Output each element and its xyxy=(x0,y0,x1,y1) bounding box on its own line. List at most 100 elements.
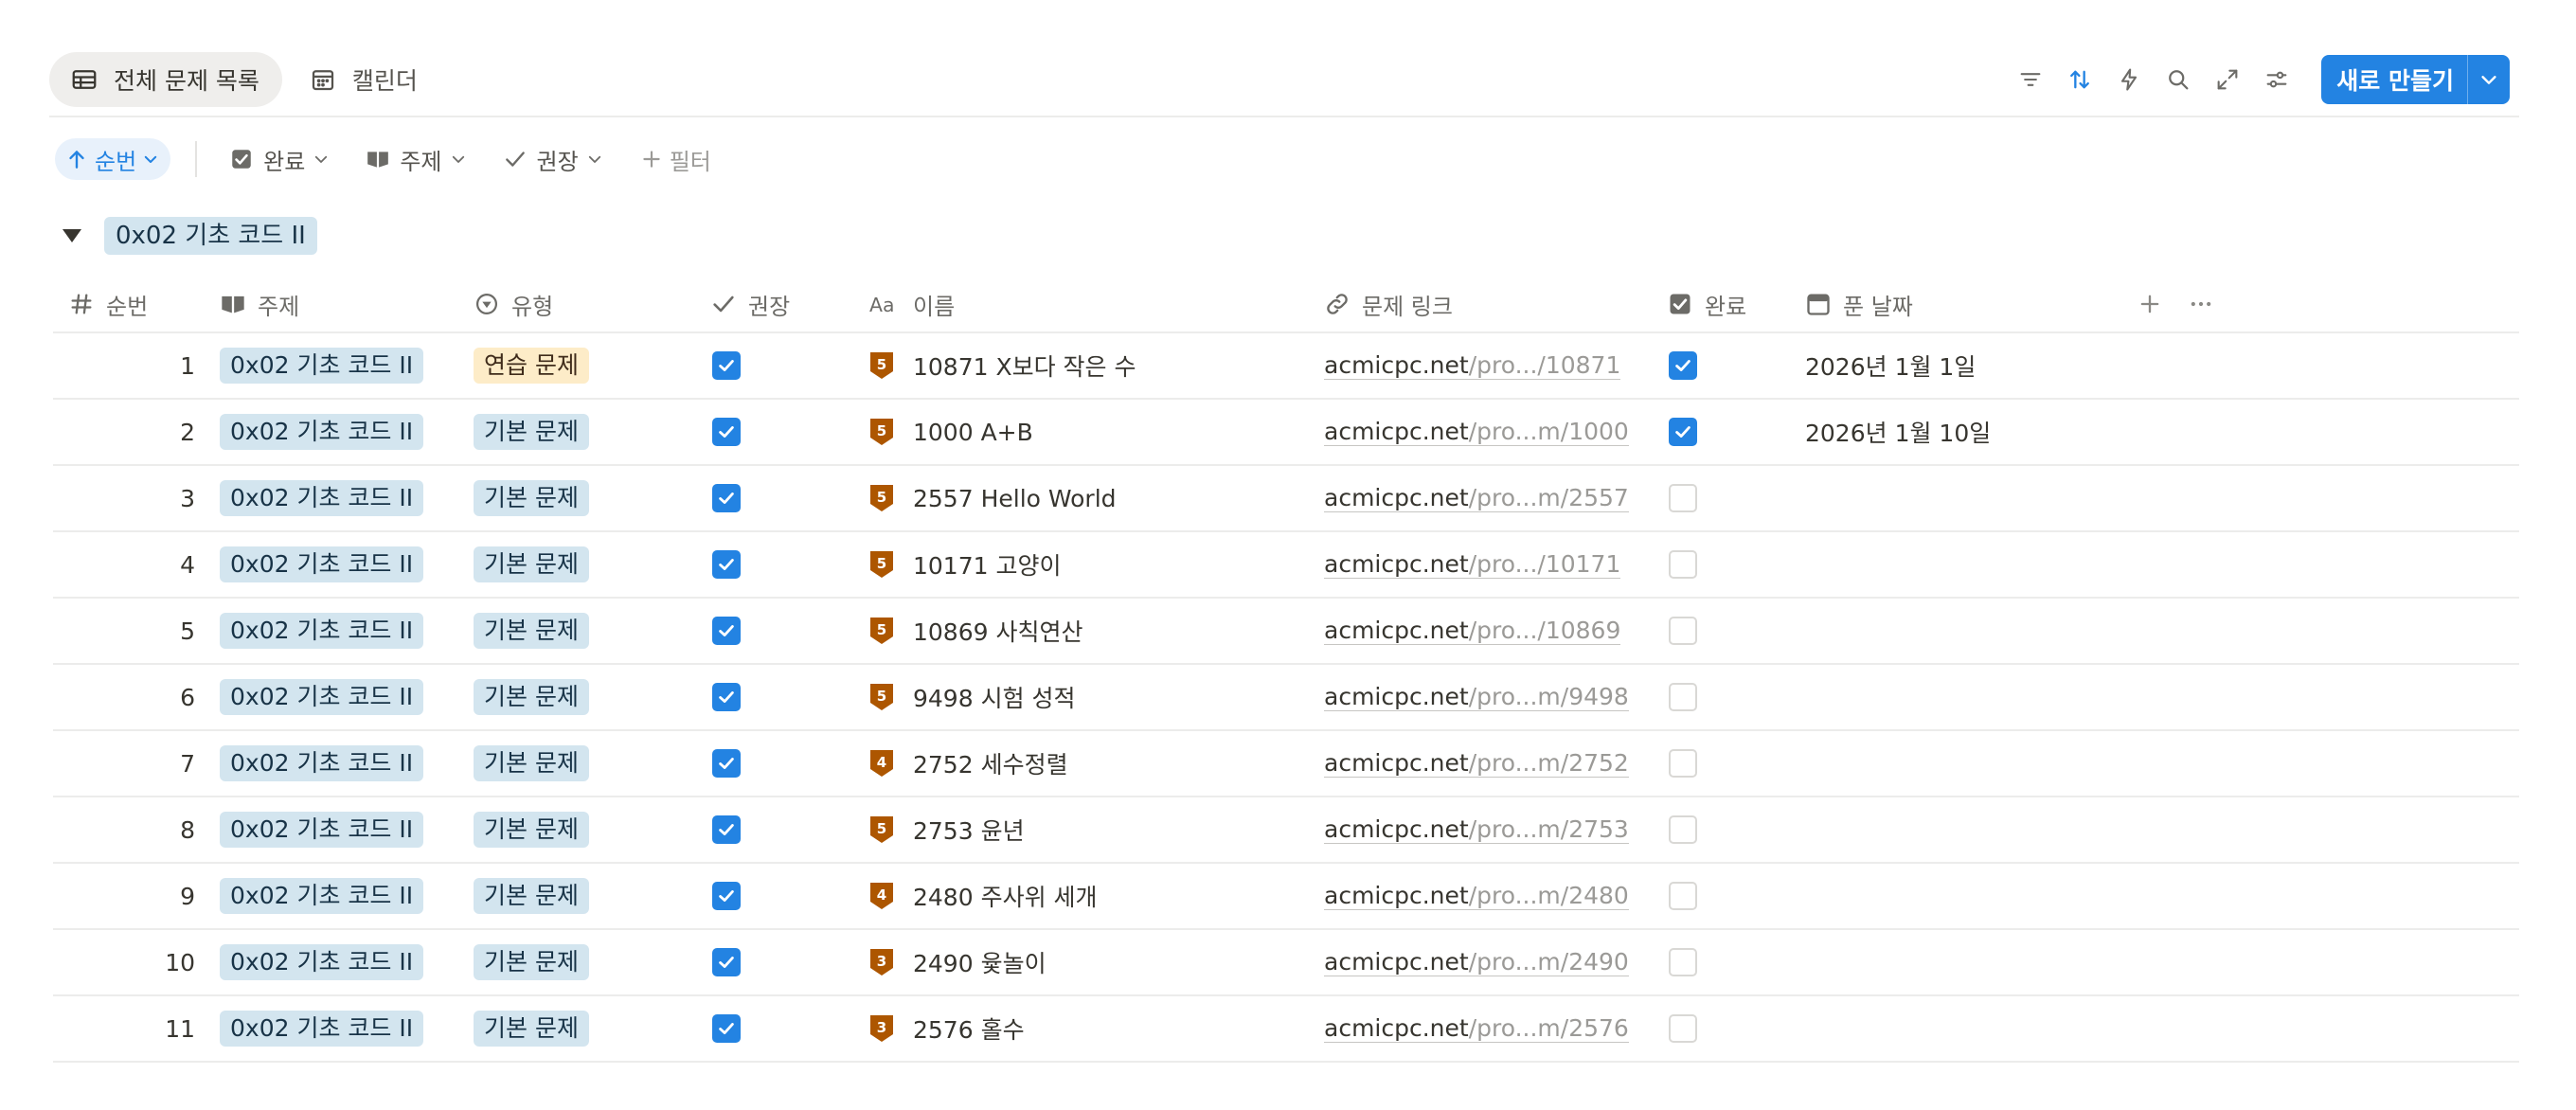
cell-link[interactable]: acmicpc.net/pro.../10171 xyxy=(1324,550,1667,579)
cell-name[interactable]: 5 10171 고양이 xyxy=(869,547,1324,582)
collapse-triangle-icon[interactable] xyxy=(63,229,81,242)
filter-chip-topic[interactable]: 주제 xyxy=(354,138,477,180)
table-row[interactable]: 2 0x02 기초 코드 II 기본 문제 5 1000 A+B acmicpc… xyxy=(53,400,2519,466)
recommended-checkbox[interactable] xyxy=(712,683,741,711)
add-column-plus-icon[interactable] xyxy=(2137,291,2163,317)
cell-type[interactable]: 기본 문제 xyxy=(474,613,710,649)
cell-topic[interactable]: 0x02 기초 코드 II xyxy=(220,348,474,384)
problem-link[interactable]: acmicpc.net/pro...m/9498 xyxy=(1324,683,1629,711)
expand-button[interactable] xyxy=(2204,56,2251,103)
new-button[interactable]: 새로 만들기 xyxy=(2321,55,2467,104)
done-checkbox[interactable] xyxy=(1669,418,1697,446)
cell-link[interactable]: acmicpc.net/pro...m/1000 xyxy=(1324,418,1667,446)
cell-type[interactable]: 기본 문제 xyxy=(474,414,710,450)
table-row[interactable]: 10 0x02 기초 코드 II 기본 문제 3 2490 윷놀이 acmicp… xyxy=(53,930,2519,996)
column-header-name[interactable]: Aa 이름 xyxy=(869,288,1324,321)
table-row[interactable]: 3 0x02 기초 코드 II 기본 문제 5 2557 Hello World… xyxy=(53,466,2519,532)
tab-all-problems[interactable]: 전체 문제 목록 xyxy=(49,52,282,107)
done-checkbox[interactable] xyxy=(1669,1014,1697,1043)
cell-name[interactable]: 5 10869 사칙연산 xyxy=(869,614,1324,648)
problem-link[interactable]: acmicpc.net/pro...m/1000 xyxy=(1324,418,1629,446)
problem-link[interactable]: acmicpc.net/pro...m/2753 xyxy=(1324,815,1629,844)
cell-name[interactable]: 5 2557 Hello World xyxy=(869,484,1324,512)
cell-name[interactable]: 5 1000 A+B xyxy=(869,418,1324,446)
table-row[interactable]: 6 0x02 기초 코드 II 기본 문제 5 9498 시험 성적 acmic… xyxy=(53,665,2519,731)
column-header-recommended[interactable]: 권장 xyxy=(710,288,869,321)
recommended-checkbox[interactable] xyxy=(712,484,741,512)
cell-name[interactable]: 5 10871 X보다 작은 수 xyxy=(869,349,1324,383)
cell-type[interactable]: 기본 문제 xyxy=(474,480,710,516)
table-row[interactable]: 9 0x02 기초 코드 II 기본 문제 4 2480 주사위 세개 acmi… xyxy=(53,864,2519,930)
cell-topic[interactable]: 0x02 기초 코드 II xyxy=(220,745,474,781)
cell-topic[interactable]: 0x02 기초 코드 II xyxy=(220,878,474,914)
problem-link[interactable]: acmicpc.net/pro.../10869 xyxy=(1324,617,1621,645)
done-checkbox[interactable] xyxy=(1669,550,1697,579)
cell-type[interactable]: 기본 문제 xyxy=(474,745,710,781)
done-checkbox[interactable] xyxy=(1669,948,1697,976)
cell-type[interactable]: 기본 문제 xyxy=(474,1011,710,1047)
cell-link[interactable]: acmicpc.net/pro.../10869 xyxy=(1324,617,1667,645)
cell-type[interactable]: 기본 문제 xyxy=(474,679,710,715)
column-header-num[interactable]: 순번 xyxy=(53,288,220,321)
cell-name[interactable]: 5 2753 윤년 xyxy=(869,813,1324,847)
cell-date[interactable]: 2026년 1월 10일 xyxy=(1805,415,2137,449)
problem-link[interactable]: acmicpc.net/pro...m/2557 xyxy=(1324,484,1629,512)
table-row[interactable]: 5 0x02 기초 코드 II 기본 문제 5 10869 사칙연산 acmic… xyxy=(53,599,2519,665)
cell-name[interactable]: 4 2752 세수정렬 xyxy=(869,746,1324,780)
cell-topic[interactable]: 0x02 기초 코드 II xyxy=(220,1011,474,1047)
done-checkbox[interactable] xyxy=(1669,749,1697,778)
table-row[interactable]: 7 0x02 기초 코드 II 기본 문제 4 2752 세수정렬 acmicp… xyxy=(53,731,2519,797)
problem-link[interactable]: acmicpc.net/pro.../10171 xyxy=(1324,550,1621,579)
problem-link[interactable]: acmicpc.net/pro...m/2576 xyxy=(1324,1014,1629,1043)
cell-type[interactable]: 기본 문제 xyxy=(474,546,710,582)
cell-topic[interactable]: 0x02 기초 코드 II xyxy=(220,613,474,649)
cell-topic[interactable]: 0x02 기초 코드 II xyxy=(220,414,474,450)
add-filter-button[interactable]: 필터 xyxy=(628,138,730,180)
cell-type[interactable]: 기본 문제 xyxy=(474,812,710,848)
problem-link[interactable]: acmicpc.net/pro...m/2480 xyxy=(1324,882,1629,910)
cell-name[interactable]: 3 2490 윷놀이 xyxy=(869,945,1324,979)
problem-link[interactable]: acmicpc.net/pro.../10871 xyxy=(1324,351,1621,380)
recommended-checkbox[interactable] xyxy=(712,815,741,844)
done-checkbox[interactable] xyxy=(1669,617,1697,645)
cell-topic[interactable]: 0x02 기초 코드 II xyxy=(220,944,474,980)
cell-topic[interactable]: 0x02 기초 코드 II xyxy=(220,679,474,715)
recommended-checkbox[interactable] xyxy=(712,418,741,446)
problem-link[interactable]: acmicpc.net/pro...m/2752 xyxy=(1324,749,1629,778)
table-row[interactable]: 8 0x02 기초 코드 II 기본 문제 5 2753 윤년 acmicpc.… xyxy=(53,797,2519,864)
more-options-icon[interactable] xyxy=(2188,291,2214,317)
cell-type[interactable]: 연습 문제 xyxy=(474,348,710,384)
cell-link[interactable]: acmicpc.net/pro...m/9498 xyxy=(1324,683,1667,711)
cell-topic[interactable]: 0x02 기초 코드 II xyxy=(220,546,474,582)
settings-button[interactable] xyxy=(2253,56,2300,103)
filter-button[interactable] xyxy=(2007,56,2054,103)
cell-name[interactable]: 5 9498 시험 성적 xyxy=(869,680,1324,714)
automation-button[interactable] xyxy=(2105,56,2153,103)
column-header-topic[interactable]: 주제 xyxy=(220,288,474,321)
cell-link[interactable]: acmicpc.net/pro...m/2490 xyxy=(1324,948,1667,976)
new-dropdown-button[interactable] xyxy=(2467,55,2510,104)
cell-topic[interactable]: 0x02 기초 코드 II xyxy=(220,480,474,516)
recommended-checkbox[interactable] xyxy=(712,882,741,910)
column-header-type[interactable]: 유형 xyxy=(474,288,710,321)
search-button[interactable] xyxy=(2155,56,2202,103)
cell-name[interactable]: 4 2480 주사위 세개 xyxy=(869,879,1324,913)
cell-link[interactable]: acmicpc.net/pro...m/2753 xyxy=(1324,815,1667,844)
sort-chip[interactable]: 순번 xyxy=(55,138,171,180)
table-row[interactable]: 11 0x02 기초 코드 II 기본 문제 3 2576 홀수 acmicpc… xyxy=(53,996,2519,1063)
cell-link[interactable]: acmicpc.net/pro...m/2557 xyxy=(1324,484,1667,512)
tab-calendar[interactable]: 캘린더 xyxy=(288,52,440,107)
recommended-checkbox[interactable] xyxy=(712,351,741,380)
cell-type[interactable]: 기본 문제 xyxy=(474,944,710,980)
cell-link[interactable]: acmicpc.net/pro...m/2752 xyxy=(1324,749,1667,778)
group-header[interactable]: 0x02 기초 코드 II xyxy=(63,214,317,258)
done-checkbox[interactable] xyxy=(1669,484,1697,512)
recommended-checkbox[interactable] xyxy=(712,749,741,778)
cell-type[interactable]: 기본 문제 xyxy=(474,878,710,914)
filter-chip-recommended[interactable]: 권장 xyxy=(492,138,615,180)
table-row[interactable]: 1 0x02 기초 코드 II 연습 문제 5 10871 X보다 작은 수 a… xyxy=(53,333,2519,400)
recommended-checkbox[interactable] xyxy=(712,617,741,645)
column-header-date[interactable]: 푼 날짜 xyxy=(1805,288,2137,321)
cell-topic[interactable]: 0x02 기초 코드 II xyxy=(220,812,474,848)
cell-link[interactable]: acmicpc.net/pro...m/2576 xyxy=(1324,1014,1667,1043)
